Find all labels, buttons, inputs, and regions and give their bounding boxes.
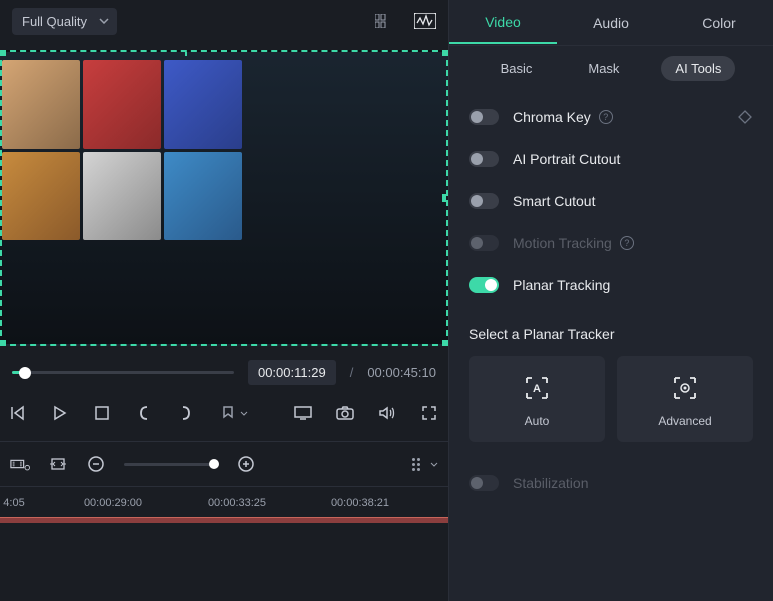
tracker-auto-card[interactable]: A Auto [469,356,605,442]
tab-mask[interactable]: Mask [574,56,633,81]
tab-video[interactable]: Video [449,2,557,44]
diamond-icon [737,109,753,125]
preview-content [2,60,242,240]
tracker-card-label: Auto [525,414,550,428]
scrubber-thumb[interactable] [19,367,31,379]
toggle-stabilization [469,475,499,491]
option-motion-tracking: Motion Tracking ? [449,222,773,264]
quality-select[interactable]: Full Quality [12,8,117,35]
toggle-planar-tracking[interactable] [469,277,499,293]
zoom-thumb[interactable] [209,459,219,469]
option-label: Smart Cutout [513,193,595,209]
zoom-slider[interactable] [124,463,218,466]
help-icon: ? [620,236,634,250]
grid-view-icon[interactable] [374,10,396,32]
timeline-controls [0,441,448,486]
crop-handle-bl[interactable] [0,340,6,346]
marker-button[interactable] [218,403,238,423]
scrubber-row: 00:00:11:29 / 00:00:45:10 [0,346,448,385]
option-label: Planar Tracking [513,277,610,293]
advanced-tracker-icon [671,374,699,402]
main-tabs: Video Audio Color [449,0,773,46]
track-size-button[interactable] [406,454,426,474]
stabilization-section: Stabilization [449,456,773,510]
crop-handle-tl[interactable] [0,50,6,56]
auto-tracker-icon: A [523,374,551,402]
playback-controls [0,385,448,435]
timeline-ruler: 4:05 00:00:29:00 00:00:33:25 00:00:38:21 [0,495,448,499]
option-stabilization: Stabilization [449,462,773,504]
volume-button[interactable] [377,403,397,423]
properties-panel: Video Audio Color Basic Mask AI Tools Ch… [448,0,773,601]
option-planar-tracking: Planar Tracking [449,264,773,306]
option-smart-cutout: Smart Cutout [449,180,773,222]
tab-ai-tools[interactable]: AI Tools [661,56,735,81]
fullscreen-button[interactable] [419,403,439,423]
playback-scrubber[interactable] [12,371,234,374]
chevron-down-icon[interactable] [430,462,438,467]
toggle-chroma-key[interactable] [469,109,499,125]
option-chroma-key: Chroma Key ? [449,96,773,138]
play-button[interactable] [50,403,70,423]
preview-viewport[interactable] [0,50,448,346]
crop-handle-tr[interactable] [442,50,448,56]
option-label: Stabilization [513,475,589,491]
zoom-out-button[interactable] [86,454,106,474]
crop-handle-mr[interactable] [442,194,448,202]
time-label: 4:05 [3,497,24,509]
display-button[interactable] [293,403,313,423]
clip[interactable] [0,517,448,523]
tracker-advanced-card[interactable]: Advanced [617,356,753,442]
current-time: 00:00:11:29 [248,360,336,385]
chevron-down-icon[interactable] [240,411,248,416]
mark-out-button[interactable] [176,403,196,423]
time-label: 00:00:38:21 [331,497,389,509]
fit-button[interactable] [48,454,68,474]
help-icon[interactable]: ? [599,110,613,124]
time-label: 00:00:29:00 [84,497,142,509]
option-label: Chroma Key [513,109,591,125]
toggle-ai-portrait[interactable] [469,151,499,167]
time-separator: / [350,365,354,380]
stop-button[interactable] [92,403,112,423]
sub-tabs: Basic Mask AI Tools [449,46,773,90]
time-label: 00:00:33:25 [208,497,266,509]
playhead-marker [185,50,187,56]
tab-basic[interactable]: Basic [487,56,547,81]
option-label: AI Portrait Cutout [513,151,620,167]
snapshot-button[interactable] [335,403,355,423]
option-label: Motion Tracking [513,235,612,251]
timeline-view-icon[interactable] [10,454,30,474]
option-ai-portrait: AI Portrait Cutout [449,138,773,180]
svg-text:A: A [533,383,541,395]
ai-tools-options: Chroma Key ? AI Portrait Cutout Smart Cu… [449,90,773,312]
waveform-icon[interactable] [414,10,436,32]
preview-panel: Full Quality 00:00:11:29 / 0 [0,0,448,601]
tracker-title: Select a Planar Tracker [469,326,753,342]
timeline-track[interactable] [0,517,448,537]
toggle-motion-tracking [469,235,499,251]
timeline[interactable]: 4:05 00:00:29:00 00:00:33:25 00:00:38:21 [0,486,448,601]
tab-color[interactable]: Color [665,3,773,43]
zoom-in-button[interactable] [236,454,256,474]
mark-in-button[interactable] [134,403,154,423]
crop-handle-br[interactable] [442,340,448,346]
preview-top-bar: Full Quality [0,0,448,42]
step-back-button[interactable] [8,403,28,423]
tab-audio[interactable]: Audio [557,3,665,43]
planar-tracker-section: Select a Planar Tracker A Auto Advanced [449,312,773,456]
total-time: 00:00:45:10 [367,365,436,380]
tracker-card-label: Advanced [658,414,711,428]
toggle-smart-cutout[interactable] [469,193,499,209]
